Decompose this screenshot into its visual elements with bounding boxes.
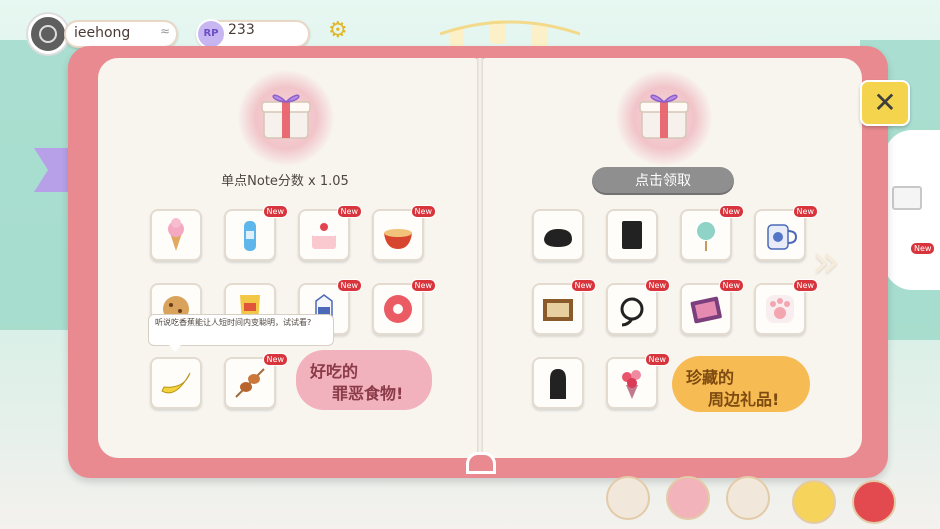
- sticker-line1: 珍藏的: [686, 368, 735, 387]
- character-mug-icon: [767, 224, 798, 250]
- gift-category-sticker: 珍藏的 周边礼品!: [672, 356, 810, 412]
- new-badge: New: [910, 242, 936, 255]
- ice-cream-icon: [168, 218, 184, 251]
- grilled-skewer-icon: [235, 368, 265, 398]
- strawberry-cake-icon: [312, 223, 336, 249]
- close-button[interactable]: ✕: [860, 80, 910, 126]
- book-spine: [477, 58, 483, 458]
- food-item-skewer[interactable]: New: [224, 353, 288, 409]
- art-book-icon: [690, 296, 722, 324]
- sticker-line1: 好吃的: [310, 362, 359, 381]
- food-item-ramen[interactable]: New: [372, 205, 436, 261]
- flower-bouquet-icon: [622, 370, 641, 399]
- dock-star-button[interactable]: [792, 480, 836, 524]
- dock-book-button[interactable]: [726, 476, 770, 520]
- gear-icon[interactable]: ⚙: [328, 19, 348, 43]
- new-badge: New: [644, 279, 670, 292]
- gift-item-bouquet[interactable]: New: [606, 353, 670, 409]
- gift-item-mug[interactable]: New: [754, 205, 818, 261]
- new-badge: New: [410, 279, 436, 292]
- mail-envelope-icon[interactable]: [892, 186, 922, 210]
- username: ieehong: [74, 25, 131, 41]
- locked-silhouette-icon: [622, 221, 642, 249]
- new-badge: New: [718, 205, 744, 218]
- username-pill[interactable]: ieehong ≈: [64, 20, 178, 48]
- gift-item-frame[interactable]: New: [532, 279, 596, 335]
- new-badge: New: [570, 279, 596, 292]
- new-badge: New: [718, 279, 744, 292]
- gift-item-fan[interactable]: New: [680, 205, 744, 261]
- book-clip: [466, 452, 496, 474]
- gift-item-locked-2[interactable]: [606, 209, 658, 261]
- gift-box-icon: [261, 94, 311, 139]
- gift-box-icon: [639, 94, 689, 139]
- close-icon: ✕: [873, 86, 897, 119]
- food-item-ramune[interactable]: New: [224, 205, 288, 261]
- double-chevron-right-icon[interactable]: »: [812, 238, 840, 284]
- gift-item-paw-pillow[interactable]: New: [754, 279, 818, 335]
- locked-silhouette-icon: [544, 229, 572, 247]
- reward-bonus-text: 单点Note分数 x 1.05: [221, 174, 349, 189]
- sticker-line2: 罪恶食物!: [332, 384, 404, 403]
- fan-badge-icon: [695, 220, 717, 251]
- food-item-donut[interactable]: New: [372, 279, 436, 335]
- ramen-bowl-icon: [384, 229, 412, 249]
- dock-shop-button[interactable]: [666, 476, 710, 520]
- food-category-sticker: 好吃的 罪恶食物!: [296, 350, 432, 410]
- framed-picture-icon: [543, 299, 573, 321]
- new-badge: New: [336, 279, 362, 292]
- item-tooltip: 听说吃香蕉能让人短时间内变聪明，试试看?: [148, 314, 334, 352]
- gift-item-locked-1[interactable]: [532, 209, 584, 261]
- expand-chevron-icon: ≈: [160, 24, 171, 38]
- new-badge: New: [262, 353, 288, 366]
- player-avatar[interactable]: [28, 14, 68, 54]
- bunny-mascot: [884, 130, 940, 290]
- new-badge: New: [336, 205, 362, 218]
- food-item-banana[interactable]: [150, 357, 202, 409]
- ramune-bottle-icon: [244, 221, 256, 251]
- sticker-line2: 周边礼品!: [708, 390, 780, 409]
- food-item-cake[interactable]: New: [298, 205, 362, 261]
- banana-icon: [161, 372, 191, 394]
- donut-icon: [384, 295, 412, 323]
- food-item-ice-cream[interactable]: [150, 209, 202, 261]
- new-badge: New: [792, 205, 818, 218]
- cable-icon: [620, 297, 644, 327]
- cat-paw-pillow-icon: [766, 295, 794, 323]
- locked-silhouette-icon: [550, 369, 566, 399]
- gift-item-cable[interactable]: New: [606, 279, 670, 335]
- rp-value: 233: [228, 22, 255, 38]
- new-badge: New: [410, 205, 436, 218]
- dock-character-button[interactable]: [606, 476, 650, 520]
- dock-gift-button[interactable]: [852, 480, 896, 524]
- rp-icon: RP: [196, 19, 226, 49]
- claim-reward-button[interactable]: 点击领取: [592, 167, 734, 195]
- new-badge: New: [262, 205, 288, 218]
- gift-item-artbook[interactable]: New: [680, 279, 744, 335]
- new-badge: New: [644, 353, 670, 366]
- chandelier-decoration: [440, 20, 580, 48]
- gift-item-locked-3[interactable]: [532, 357, 584, 409]
